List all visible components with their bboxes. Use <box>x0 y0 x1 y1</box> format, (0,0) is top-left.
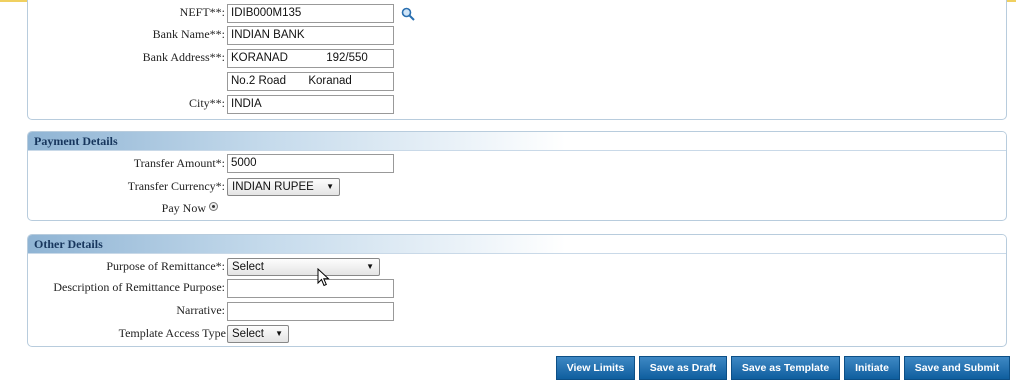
transfer-amount-input[interactable]: 5000 <box>227 154 394 173</box>
bank-address-line2-input[interactable]: No.2 Road Koranad <box>227 72 394 91</box>
payment-details-header: Payment Details <box>28 132 1006 151</box>
magnifier-icon[interactable] <box>401 7 415 21</box>
view-limits-button[interactable]: View Limits <box>556 356 635 380</box>
transfer-currency-label: Transfer Currency*: <box>127 179 225 193</box>
bank-name-input[interactable]: INDIAN BANK <box>227 26 394 45</box>
bank-name-label: Bank Name**: <box>152 27 225 41</box>
transfer-currency-select[interactable]: INDIAN RUPEE ▼ <box>227 178 340 196</box>
narrative-input[interactable] <box>227 302 394 321</box>
neft-label: NEFT**: <box>179 5 225 19</box>
description-input[interactable] <box>227 279 394 298</box>
save-as-template-button[interactable]: Save as Template <box>731 356 840 380</box>
bank-address-label: Bank Address**: <box>142 50 225 64</box>
city-label: City**: <box>188 96 225 110</box>
template-access-select[interactable]: Select ▼ <box>227 325 289 343</box>
city-input[interactable]: INDIA <box>227 95 394 114</box>
chevron-down-icon: ▼ <box>275 329 283 338</box>
chevron-down-icon: ▼ <box>366 262 374 271</box>
pay-now-radio[interactable] <box>209 202 218 211</box>
save-as-draft-button[interactable]: Save as Draft <box>639 356 727 380</box>
description-label: Description of Remittance Purpose: <box>53 280 225 294</box>
transfer-amount-label: Transfer Amount*: <box>133 156 225 170</box>
bank-address-line1-input[interactable]: KORANAD 192/550 <box>227 49 394 68</box>
template-access-value: Select <box>232 328 264 340</box>
narrative-label: Narrative: <box>176 303 225 317</box>
pay-now-label: Pay Now <box>161 201 206 215</box>
template-access-label: Template Access Type <box>118 326 226 340</box>
other-details-header: Other Details <box>28 235 1006 254</box>
chevron-down-icon: ▼ <box>326 182 334 191</box>
purpose-select[interactable]: Select ▼ <box>227 258 380 276</box>
transfer-currency-value: INDIAN RUPEE <box>232 181 314 193</box>
save-and-submit-button[interactable]: Save and Submit <box>904 356 1010 380</box>
purpose-label: Purpose of Remittance*: <box>106 259 225 273</box>
initiate-button[interactable]: Initiate <box>844 356 900 380</box>
purpose-value: Select <box>232 261 264 273</box>
neft-input[interactable]: IDIB000M135 <box>227 4 394 23</box>
mouse-cursor-icon <box>317 267 331 288</box>
